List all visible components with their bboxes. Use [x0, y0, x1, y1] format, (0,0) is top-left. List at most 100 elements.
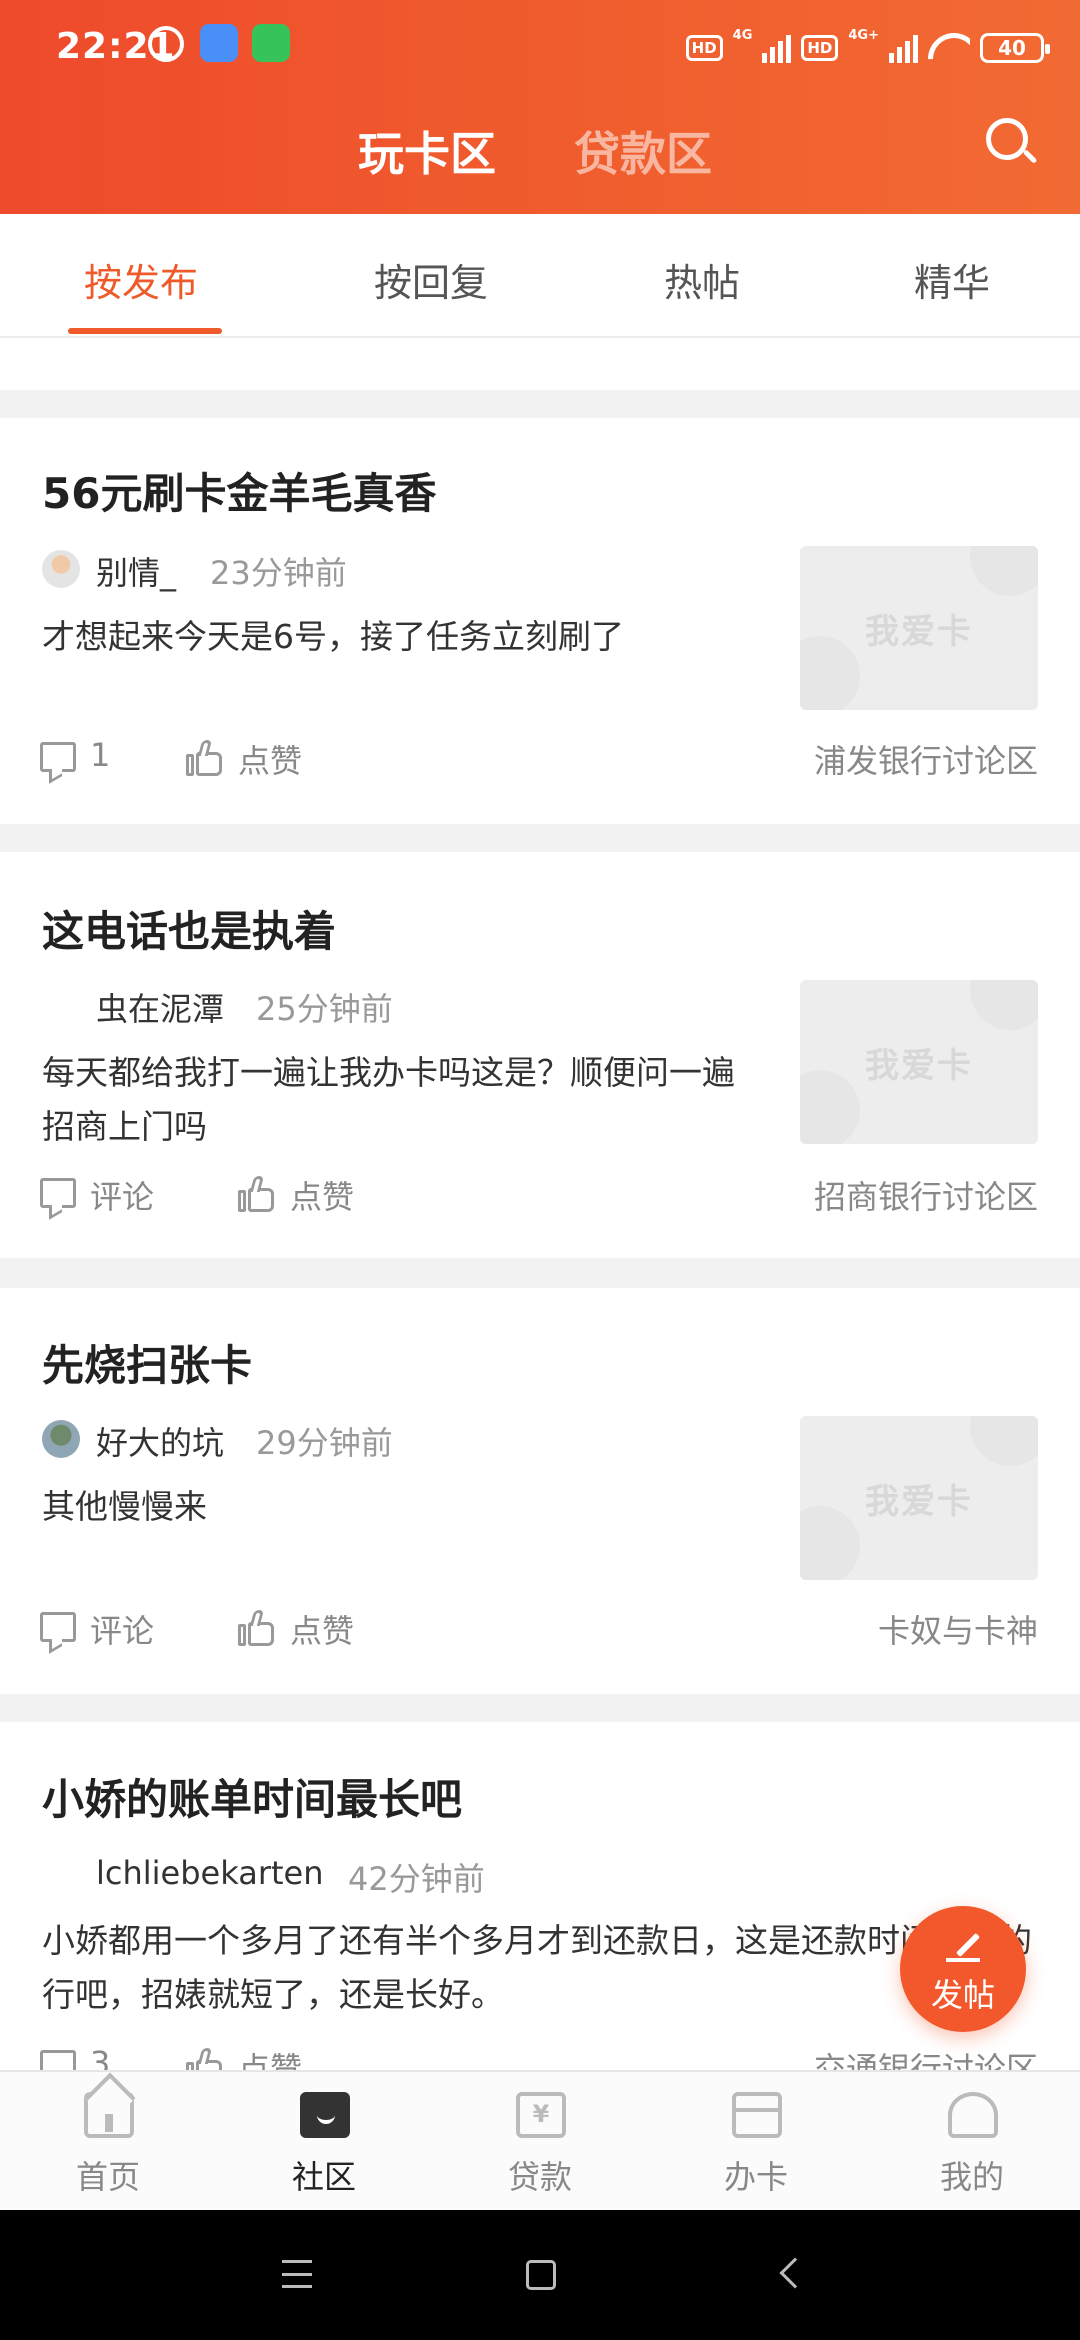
zone-tabs: 玩卡区 贷款区 — [0, 118, 1080, 181]
comment-button[interactable]: 评论 — [90, 1606, 154, 1652]
nav-home[interactable]: 首页 — [0, 2072, 216, 2212]
like-button[interactable]: 点赞 — [238, 2044, 302, 2070]
forum-link[interactable]: 浦发银行讨论区 — [814, 736, 1038, 782]
like-button[interactable]: 点赞 — [238, 736, 302, 782]
nav-label: 社区 — [291, 2158, 356, 2196]
tab-by-reply[interactable]: 按回复 — [374, 252, 488, 307]
thumbs-up-icon[interactable] — [238, 1610, 276, 1646]
post-thumbnail[interactable]: 我爱卡 — [800, 980, 1038, 1144]
hd-icon: HD — [801, 35, 839, 61]
comment-icon[interactable] — [40, 2050, 76, 2070]
post-card[interactable]: 这电话也是执着 虫在泥潭 25分钟前 每天都给我打一遍让我办卡吗这是？顺便问一遍… — [0, 852, 1080, 1258]
avatar[interactable] — [42, 986, 80, 1024]
forum-link[interactable]: 交通银行讨论区 — [814, 2044, 1038, 2070]
author-name[interactable]: 虫在泥潭 — [96, 984, 224, 1030]
community-icon — [300, 2092, 350, 2138]
like-button[interactable]: 点赞 — [290, 1606, 354, 1652]
post-body[interactable]: 小娇都用一个多月了还有半个多月才到还款日，这是还款时间最长的行吧，招婊就短了，还… — [42, 1914, 1032, 2022]
signal-icon — [762, 33, 792, 63]
nav-apply-card[interactable]: 办卡 — [648, 2072, 864, 2212]
tab-card-zone[interactable]: 玩卡区 — [358, 118, 496, 184]
home-button-icon[interactable] — [526, 2260, 556, 2290]
back-icon[interactable] — [779, 2257, 811, 2289]
app-header: 22:21 HD 4G HD 4G+ 40 玩卡区 贷款区 — [0, 0, 1080, 214]
thumbs-up-icon[interactable] — [238, 1176, 276, 1212]
thumbnail-placeholder: 我爱卡 — [865, 611, 973, 652]
card-icon — [732, 2092, 782, 2138]
author-name[interactable]: 好大的坑 — [96, 1418, 224, 1464]
nav-loan[interactable]: 贷款 — [432, 2072, 648, 2212]
new-post-label: 发帖 — [930, 1976, 995, 2014]
post-card[interactable]: 56元刷卡金羊毛真香 别情_ 23分钟前 才想起来今天是6号，接了任务立刻刷了 … — [0, 418, 1080, 824]
comment-icon[interactable] — [40, 742, 76, 772]
comment-count[interactable]: 1 — [90, 736, 110, 774]
nav-label: 办卡 — [723, 2158, 788, 2196]
post-time: 29分钟前 — [256, 1424, 393, 1462]
system-nav-bar — [0, 2210, 1080, 2340]
post-title[interactable]: 这电话也是执着 — [42, 898, 336, 959]
post-thumbnail[interactable]: 我爱卡 — [800, 546, 1038, 710]
list-top-spacer — [0, 338, 1080, 390]
sort-tabs: 按发布 按回复 热帖 精华 — [0, 214, 1080, 338]
comment-icon[interactable] — [40, 1612, 76, 1642]
battery-icon: 40 — [980, 33, 1050, 63]
post-title[interactable]: 56元刷卡金羊毛真香 — [42, 460, 436, 521]
comment-count[interactable]: 3 — [90, 2044, 110, 2070]
nav-community[interactable]: 社区 — [216, 2072, 432, 2212]
post-thumbnail[interactable]: 我爱卡 — [800, 1416, 1038, 1580]
author-name[interactable]: 别情_ — [96, 548, 176, 594]
tab-by-publish[interactable]: 按发布 — [84, 252, 198, 307]
edit-icon — [946, 1932, 981, 1962]
avatar[interactable] — [42, 1420, 80, 1458]
post-body[interactable]: 才想起来今天是6号，接了任务立刻刷了 — [42, 610, 762, 664]
thumbs-up-icon[interactable] — [186, 740, 224, 776]
signal-icon — [889, 33, 918, 63]
post-actions: 评论 点赞 招商银行讨论区 — [0, 1172, 1080, 1222]
post-time: 23分钟前 — [210, 554, 347, 592]
home-icon — [84, 2092, 134, 2138]
profile-icon — [948, 2092, 998, 2138]
forum-link[interactable]: 卡奴与卡神 — [878, 1606, 1038, 1652]
comment-icon[interactable] — [40, 1178, 76, 1208]
post-time: 25分钟前 — [256, 990, 393, 1028]
thumbnail-placeholder: 我爱卡 — [865, 1045, 973, 1086]
new-post-button[interactable]: 发帖 — [900, 1906, 1026, 2032]
network-type: 4G+ — [848, 28, 879, 43]
thumbnail-placeholder: 我爱卡 — [865, 1481, 973, 1522]
loan-icon — [516, 2092, 566, 2138]
tab-hot[interactable]: 热帖 — [664, 252, 740, 307]
post-actions: 1 点赞 浦发银行讨论区 — [0, 736, 1080, 786]
comment-button[interactable]: 评论 — [90, 1172, 154, 1218]
like-button[interactable]: 点赞 — [290, 1172, 354, 1218]
post-actions: 3 点赞 交通银行讨论区 — [0, 2044, 1080, 2070]
author-name[interactable]: lchliebekarten — [96, 1854, 323, 1892]
search-icon[interactable] — [984, 116, 1038, 170]
avatar[interactable] — [42, 1856, 80, 1894]
hd-icon: HD — [685, 35, 723, 61]
nav-me[interactable]: 我的 — [864, 2072, 1080, 2212]
post-body[interactable]: 其他慢慢来 — [42, 1480, 762, 1534]
bottom-nav: 首页 社区 贷款 办卡 我的 — [0, 2070, 1080, 2210]
nav-label: 首页 — [75, 2158, 140, 2196]
avatar[interactable] — [42, 550, 80, 588]
post-body[interactable]: 每天都给我打一遍让我办卡吗这是？顺便问一遍招商上门吗 — [42, 1046, 762, 1154]
post-card[interactable]: 小娇的账单时间最长吧 lchliebekarten 42分钟前 小娇都用一个多月… — [0, 1722, 1080, 2070]
network-type: 4G — [732, 28, 753, 43]
post-actions: 评论 点赞 卡奴与卡神 — [0, 1606, 1080, 1656]
post-title[interactable]: 先烧扫张卡 — [42, 1332, 252, 1393]
forum-link[interactable]: 招商银行讨论区 — [814, 1172, 1038, 1218]
tab-featured[interactable]: 精华 — [914, 252, 990, 307]
wifi-icon — [928, 33, 970, 63]
tab-loan-zone[interactable]: 贷款区 — [574, 118, 712, 184]
nav-label: 我的 — [939, 2158, 1004, 2196]
post-title[interactable]: 小娇的账单时间最长吧 — [42, 1766, 462, 1827]
app-notification-icon — [200, 24, 238, 62]
alarm-icon — [148, 26, 184, 62]
post-time: 42分钟前 — [348, 1860, 485, 1898]
post-card[interactable]: 先烧扫张卡 好大的坑 29分钟前 其他慢慢来 我爱卡 评论 点赞 卡奴与卡神 — [0, 1288, 1080, 1694]
status-indicators: HD 4G HD 4G+ 40 — [685, 28, 1050, 68]
menu-icon[interactable] — [282, 2260, 312, 2288]
app-notification-icon — [252, 24, 290, 62]
thumbs-up-icon[interactable] — [186, 2048, 224, 2070]
active-tab-indicator — [68, 328, 222, 334]
